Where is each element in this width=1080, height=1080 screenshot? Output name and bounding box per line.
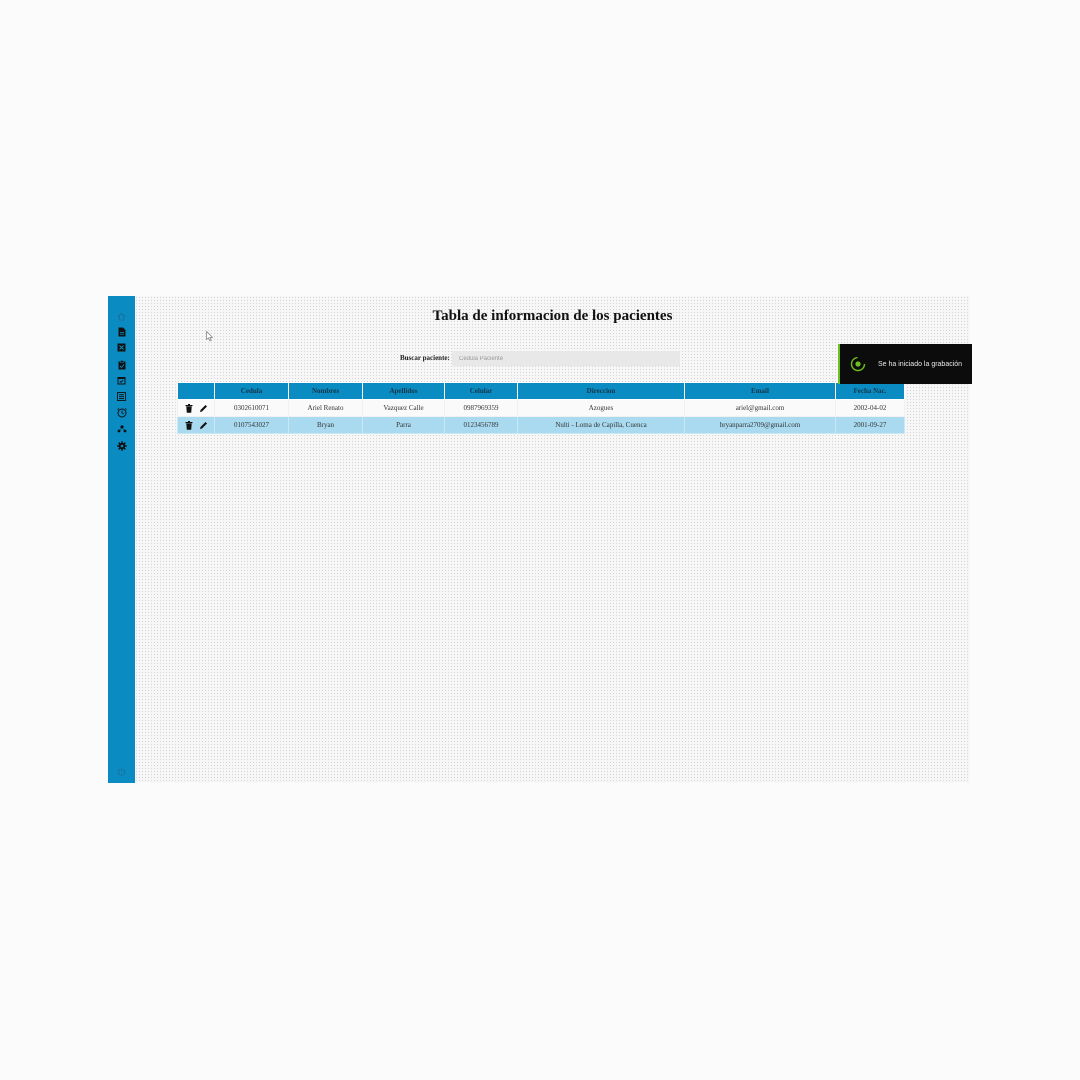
clipboard-icon[interactable] xyxy=(116,359,127,370)
cell-direccion: Nulti - Loma de Capilla, Cuenca xyxy=(517,416,685,434)
cell-direccion: Azogues xyxy=(517,399,685,417)
cell-email: bryanparra2709@gmail.com xyxy=(684,416,836,434)
toast-message: Se ha iniciado la grabación xyxy=(878,360,963,368)
cell-fecha: 2001-09-27 xyxy=(835,416,905,434)
cell-cedula: 0302610071 xyxy=(214,399,289,417)
column-header-direccion: Direccion xyxy=(517,382,685,400)
crossed-box-icon[interactable] xyxy=(116,342,127,353)
pencil-icon[interactable] xyxy=(199,421,208,430)
mouse-cursor-icon xyxy=(206,329,214,347)
power-icon[interactable] xyxy=(116,766,127,777)
gear-icon[interactable] xyxy=(116,440,127,451)
file-icon[interactable] xyxy=(116,326,127,337)
column-header-cedula: Cedula xyxy=(214,382,289,400)
page-title: Tabla de informacion de los pacientes xyxy=(432,308,673,324)
users-icon[interactable] xyxy=(116,424,127,435)
column-header-celular: Celular xyxy=(444,382,518,400)
cell-apellidos: Vazquez Calle xyxy=(362,399,445,417)
cell-nombres: Ariel Renato xyxy=(288,399,363,417)
pencil-icon[interactable] xyxy=(199,404,208,413)
patients-table: Cedula Nombres Apellidos Celular Direcci… xyxy=(177,382,905,434)
recording-icon xyxy=(850,356,866,372)
column-header-fecha: Fecha Nac. xyxy=(835,382,905,400)
row-actions xyxy=(177,399,215,417)
row-actions xyxy=(177,416,215,434)
cell-apellidos: Parra xyxy=(362,416,445,434)
recording-toast[interactable]: Se ha iniciado la grabación xyxy=(838,344,972,384)
column-header-actions xyxy=(177,382,215,400)
cell-celular: 0123456789 xyxy=(444,416,518,434)
user-clock-icon[interactable] xyxy=(116,407,127,418)
cell-nombres: Bryan xyxy=(288,416,363,434)
column-header-email: Email xyxy=(684,382,836,400)
table-row: 0107543027 Bryan Parra 0123456789 Nulti … xyxy=(177,416,905,434)
list-icon[interactable] xyxy=(116,391,127,402)
table-row: 0302610071 Ariel Renato Vazquez Calle 09… xyxy=(177,399,905,417)
cell-cedula: 0107543027 xyxy=(214,416,289,434)
calendar-check-icon[interactable] xyxy=(116,375,127,386)
cell-celular: 0987969359 xyxy=(444,399,518,417)
search-label: Buscar paciente: xyxy=(400,354,450,362)
column-header-apellidos: Apellidos xyxy=(362,382,445,400)
table-header-row: Cedula Nombres Apellidos Celular Direcci… xyxy=(177,382,905,400)
search-input[interactable] xyxy=(452,351,680,366)
cell-email: ariel@gmail.com xyxy=(684,399,836,417)
column-header-nombres: Nombres xyxy=(288,382,363,400)
trash-icon[interactable] xyxy=(184,403,193,413)
home-icon[interactable] xyxy=(116,311,127,322)
trash-icon[interactable] xyxy=(184,420,193,430)
sidebar xyxy=(108,296,135,783)
cell-fecha: 2002-04-02 xyxy=(835,399,905,417)
